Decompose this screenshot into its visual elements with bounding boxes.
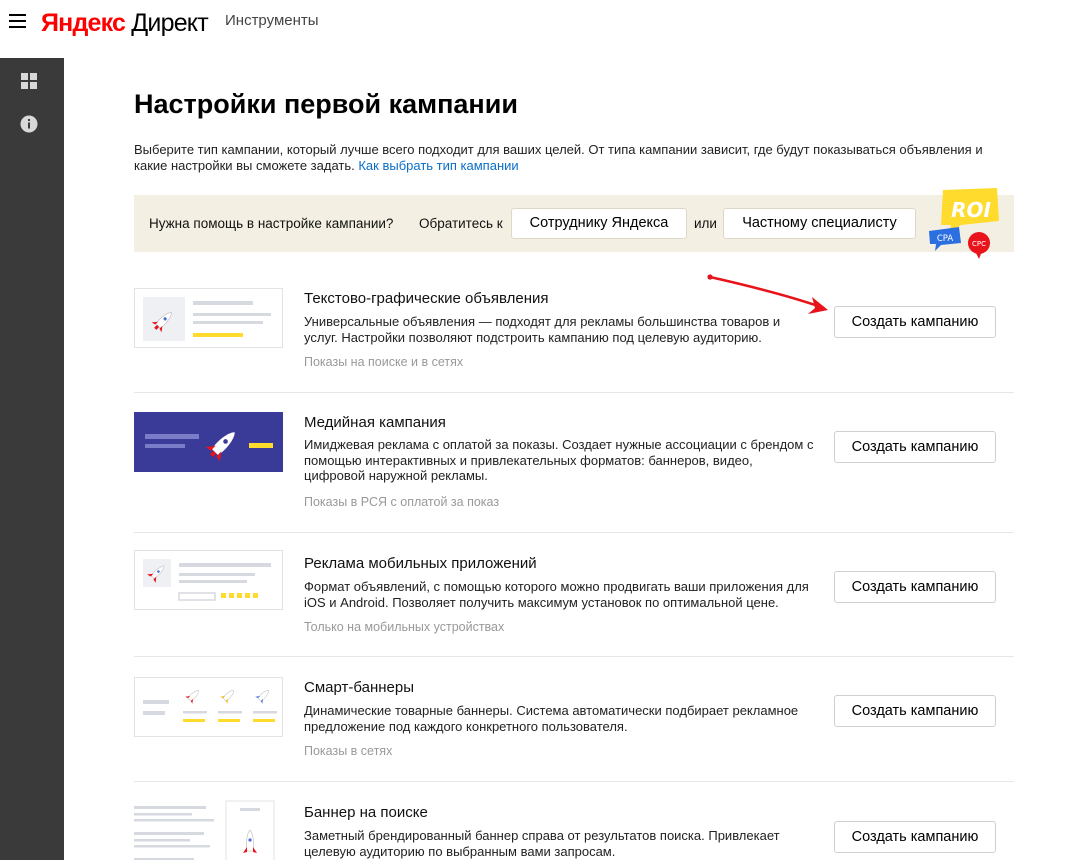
grid-icon[interactable] bbox=[20, 72, 38, 90]
media-thumbnail bbox=[134, 412, 283, 472]
mobile-apps-thumbnail bbox=[134, 550, 283, 610]
logo-product: Директ bbox=[131, 9, 208, 37]
help-banner: Нужна помощь в настройке кампании? Обрат… bbox=[134, 195, 1014, 252]
cpa-label: CPA bbox=[937, 234, 954, 244]
campaign-title: Смарт-баннеры bbox=[304, 679, 414, 696]
campaign-note: Показы на поиске и в сетях bbox=[304, 355, 464, 369]
cpc-label: CPC bbox=[972, 240, 986, 248]
campaign-card-mobile-apps: Реклама мобильных приложений Формат объя… bbox=[134, 533, 1014, 657]
left-sidebar bbox=[0, 58, 64, 860]
help-contact-prefix: Обратитесь к bbox=[419, 216, 503, 231]
tools-menu-link[interactable]: Инструменты bbox=[225, 12, 319, 29]
campaign-card-media: Медийная кампания Имиджевая реклама с оп… bbox=[134, 393, 1014, 533]
logo-brand: Яндекс bbox=[41, 9, 126, 37]
smart-banners-thumbnail bbox=[134, 677, 283, 737]
campaign-note: Показы в РСЯ с оплатой за показ bbox=[304, 495, 500, 509]
create-campaign-button[interactable]: Создать кампанию bbox=[834, 695, 996, 727]
menu-icon[interactable] bbox=[9, 14, 26, 28]
rocket-illustration-icon bbox=[143, 690, 277, 722]
campaign-title: Реклама мобильных приложений bbox=[304, 555, 537, 572]
text-graphic-thumbnail bbox=[134, 288, 283, 348]
page-title: Настройки первой кампании bbox=[134, 89, 518, 119]
search-banner-thumbnail bbox=[134, 800, 283, 860]
create-campaign-button[interactable]: Создать кампанию bbox=[834, 821, 996, 853]
rocket-illustration-icon bbox=[143, 297, 271, 341]
rocket-illustration-icon bbox=[143, 559, 271, 601]
help-question: Нужна помощь в настройке кампании? bbox=[149, 216, 394, 231]
campaign-description: Универсальные объявления — подходят для … bbox=[304, 314, 781, 345]
campaign-title: Баннер на поиске bbox=[304, 804, 428, 821]
roi-badge: ROI CPA CPC bbox=[925, 185, 1005, 260]
create-campaign-button[interactable]: Создать кампанию bbox=[834, 571, 996, 603]
rocket-illustration-icon bbox=[134, 800, 275, 860]
rocket-illustration-icon bbox=[145, 432, 273, 462]
campaign-description: Имиджевая реклама с оплатой за показы. С… bbox=[304, 437, 814, 483]
top-header: Яндекс Директ Инструменты bbox=[0, 0, 1086, 58]
campaign-card-text-graphic: Текстово-графические объявления Универса… bbox=[134, 275, 1014, 393]
campaign-note: Только на мобильных устройствах bbox=[304, 620, 505, 634]
logo[interactable]: Яндекс Директ bbox=[41, 9, 209, 38]
campaign-card-search-banner: Баннер на поиске Заметный брендированный… bbox=[134, 782, 1014, 860]
help-or-label: или bbox=[694, 216, 717, 231]
campaign-title: Медийная кампания bbox=[304, 414, 446, 431]
campaign-type-help-link[interactable]: Как выбрать тип кампании bbox=[358, 158, 518, 173]
campaign-card-smart-banners: Смарт-баннеры Динамические товарные банн… bbox=[134, 657, 1014, 782]
intro-text: Выберите тип кампании, который лучше все… bbox=[134, 142, 1014, 174]
create-campaign-button[interactable]: Создать кампанию bbox=[834, 431, 996, 463]
campaign-note: Показы в сетях bbox=[304, 744, 393, 758]
intro-description: Выберите тип кампании, который лучше все… bbox=[134, 142, 983, 173]
campaign-title: Текстово-графические объявления bbox=[304, 290, 549, 307]
roi-label: ROI bbox=[951, 198, 991, 222]
yandex-employee-button[interactable]: Сотруднику Яндекса bbox=[511, 208, 687, 239]
campaign-description: Динамические товарные баннеры. Система а… bbox=[304, 703, 799, 734]
campaign-description: Формат объявлений, с помощью которого мо… bbox=[304, 579, 809, 610]
create-campaign-button[interactable]: Создать кампанию bbox=[834, 306, 996, 338]
private-specialist-button[interactable]: Частному специалисту bbox=[723, 208, 916, 239]
annotation-arrow-icon bbox=[707, 274, 828, 314]
campaign-description: Заметный брендированный баннер справа от… bbox=[304, 828, 780, 859]
info-icon[interactable] bbox=[20, 115, 38, 133]
